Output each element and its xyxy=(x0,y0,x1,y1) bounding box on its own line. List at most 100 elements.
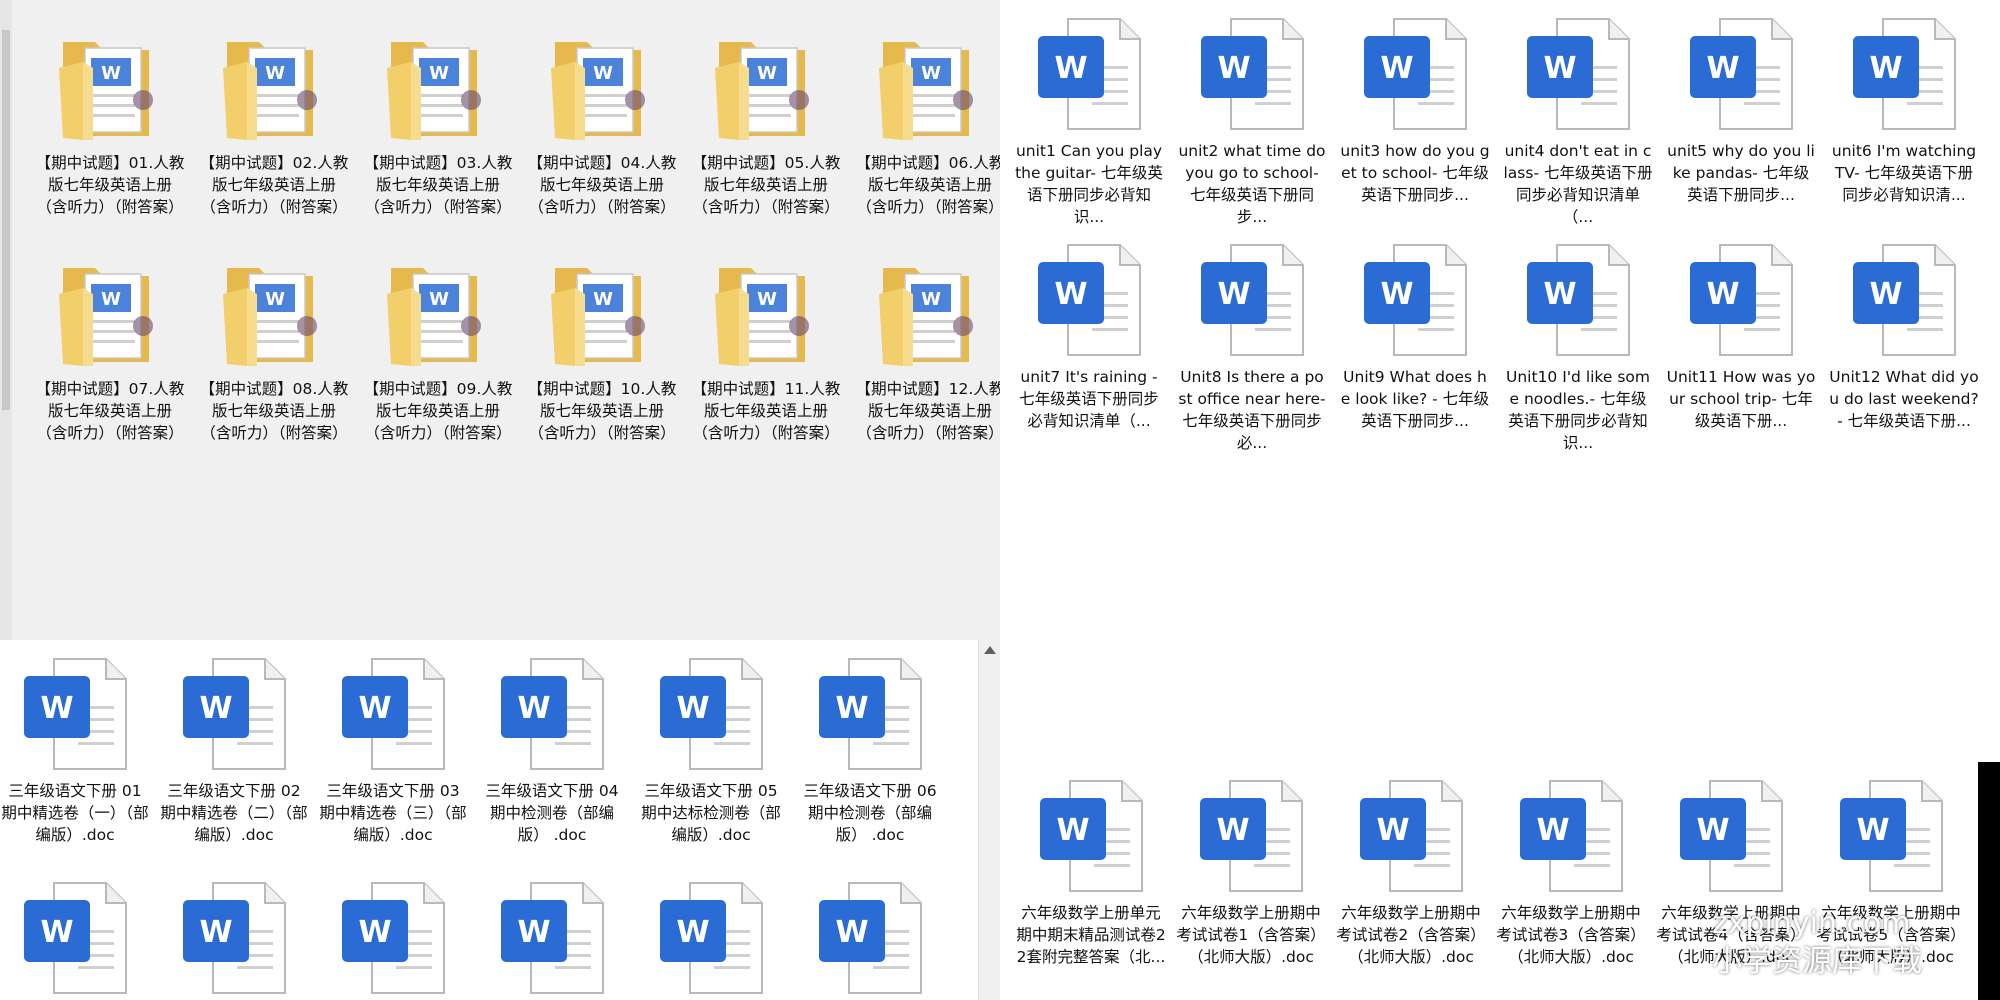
folder-item[interactable]: W 【期中试题】07.人教版七年级英语上册（含听力）（附答案） xyxy=(35,254,185,444)
file-name-label: Unit12 What did you do last weekend? - 七… xyxy=(1829,368,1979,430)
file-item[interactable]: W xyxy=(159,880,309,1000)
svg-text:W: W xyxy=(199,691,232,726)
folder-item[interactable]: W 【期中试题】08.人教版七年级英语上册（含听力）（附答案） xyxy=(199,254,349,444)
svg-text:W: W xyxy=(358,691,391,726)
vertical-scrollbar[interactable] xyxy=(0,0,12,640)
file-item[interactable]: W 六年级数学上册期中考试试卷1（含答案）（北师大版）.doc xyxy=(1176,778,1326,968)
file-name-label: 【期中试题】10.人教版七年级英语上册（含听力）（附答案） xyxy=(527,380,677,442)
file-name-label: 【期中试题】07.人教版七年级英语上册（含听力）（附答案） xyxy=(35,380,185,442)
word-document-icon: W xyxy=(497,880,607,998)
svg-text:W: W xyxy=(199,915,232,950)
folder-icon: W xyxy=(875,28,985,146)
file-item[interactable]: Wunit1 Can you play the guitar- 七年级英语下册同… xyxy=(1014,16,1164,228)
file-item[interactable]: W xyxy=(318,880,468,1000)
svg-text:W: W xyxy=(358,915,391,950)
file-item[interactable]: W Unit9 What does he look like? - 七年级英语下册… xyxy=(1340,242,1490,432)
folder-window-top-left: W 【期中试题】01.人教版七年级英语上册（含听力）（附答案） W 【期中试题】02.… xyxy=(0,0,1000,640)
word-document-icon: W xyxy=(815,656,925,774)
word-document-icon: W xyxy=(20,880,130,998)
word-document-icon: W xyxy=(179,656,289,774)
word-document-icon: W xyxy=(1836,778,1946,896)
svg-text:W: W xyxy=(1696,813,1729,848)
file-item[interactable]: Wunit4 don't eat in class- 七年级英语下册同步必背知识… xyxy=(1503,16,1653,228)
folder-item[interactable]: W 【期中试题】03.人教版七年级英语上册（含听力）（附答案） xyxy=(363,28,513,218)
file-name-label: 六年级数学上册期中考试试卷1（含答案）（北师大版）.doc xyxy=(1176,904,1326,966)
file-name-label: 【期中试题】04.人教版七年级英语上册（含听力）（附答案） xyxy=(527,154,677,216)
file-item[interactable]: W Unit12 What did you do last weekend? - … xyxy=(1829,242,1979,432)
file-item[interactable]: Wunit6 I'm watching TV- 七年级英语下册同步必背知识清..… xyxy=(1829,16,1979,206)
file-item[interactable]: Wunit2 what time do you go to school- 七年… xyxy=(1177,16,1327,228)
svg-text:W: W xyxy=(757,63,777,84)
svg-text:W: W xyxy=(835,691,868,726)
vertical-scrollbar[interactable] xyxy=(978,640,1000,1000)
folder-item[interactable]: W 【期中试题】01.人教版七年级英语上册（含听力）（附答案） xyxy=(35,28,185,218)
word-document-icon: W xyxy=(815,880,925,998)
file-name-label: Unit8 Is there a post office near here- … xyxy=(1178,368,1326,452)
file-name-label: unit1 Can you play the guitar- 七年级英语下册同步… xyxy=(1015,142,1163,226)
word-document-icon: W xyxy=(1360,16,1470,134)
word-document-icon: W xyxy=(338,656,448,774)
file-name-label: unit6 I'm watching TV- 七年级英语下册同步必背知识清... xyxy=(1831,142,1977,204)
file-name-label: unit7 It's raining - 七年级英语下册同步必背知识清单（... xyxy=(1019,368,1159,430)
file-item[interactable]: Wunit7 It's raining - 七年级英语下册同步必背知识清单（..… xyxy=(1014,242,1164,432)
file-name-label: 【期中试题】09.人教版七年级英语上册（含听力）（附答案） xyxy=(363,380,513,442)
folder-icon: W xyxy=(55,28,165,146)
file-item[interactable]: Wunit3 how do you get to school- 七年级英语下册… xyxy=(1340,16,1490,206)
file-item[interactable]: W 三年级语文下册 05 期中达标检测卷（部编版）.doc xyxy=(636,656,786,846)
file-item[interactable]: W 六年级数学上册期中考试试卷3（含答案）（北师大版）.doc xyxy=(1496,778,1646,968)
svg-text:W: W xyxy=(757,289,777,310)
file-item[interactable]: W 六年级数学上册单元期中期末精品测试卷22套附完整答案（北... xyxy=(1016,778,1166,968)
folder-icon: W xyxy=(711,254,821,372)
file-name-label: 三年级语文下册 02 期中精选卷（二）（部编版）.doc xyxy=(160,782,308,844)
file-item[interactable]: Wunit5 why do you like pandas- 七年级英语下册同步… xyxy=(1666,16,1816,206)
folder-icon: W xyxy=(55,254,165,372)
file-item[interactable]: W 三年级语文下册 02 期中精选卷（二）（部编版）.doc xyxy=(159,656,309,846)
file-item[interactable]: W Unit11 How was your school trip- 七年级英语下… xyxy=(1666,242,1816,432)
svg-text:W: W xyxy=(676,915,709,950)
svg-text:W: W xyxy=(1054,277,1087,312)
svg-text:W: W xyxy=(676,691,709,726)
svg-text:W: W xyxy=(429,63,449,84)
word-document-icon: W xyxy=(1356,778,1466,896)
word-document-icon: W xyxy=(497,656,607,774)
word-document-icon: W xyxy=(1516,778,1626,896)
scroll-up-arrow-icon[interactable] xyxy=(984,646,996,654)
folder-item[interactable]: W 【期中试题】12.人教版七年级英语上册（含听力）（附答案） xyxy=(855,254,1000,444)
folder-item[interactable]: W 【期中试题】02.人教版七年级英语上册（含听力）（附答案） xyxy=(199,28,349,218)
folder-item[interactable]: W 【期中试题】06.人教版七年级英语上册（含听力）（附答案） xyxy=(855,28,1000,218)
svg-text:W: W xyxy=(835,915,868,950)
folder-item[interactable]: W 【期中试题】05.人教版七年级英语上册（含听力）（附答案） xyxy=(691,28,841,218)
file-item[interactable]: W Unit8 Is there a post office near here-… xyxy=(1177,242,1327,454)
file-name-label: 三年级语文下册 06 期中检测卷（部编版） .doc xyxy=(803,782,937,844)
file-item[interactable]: W xyxy=(795,880,945,1000)
file-item[interactable]: W Unit10 I'd like some noodles.- 七年级英语下册同… xyxy=(1503,242,1653,454)
file-name-label: 【期中试题】03.人教版七年级英语上册（含听力）（附答案） xyxy=(363,154,513,216)
folder-item[interactable]: W 【期中试题】09.人教版七年级英语上册（含听力）（附答案） xyxy=(363,254,513,444)
scrollbar-thumb[interactable] xyxy=(2,30,10,410)
folder-item[interactable]: W 【期中试题】11.人教版七年级英语上册（含听力）（附答案） xyxy=(691,254,841,444)
svg-text:W: W xyxy=(265,289,285,310)
folder-icon: W xyxy=(219,28,329,146)
file-item[interactable]: W 三年级语文下册 01 期中精选卷（一）（部编版）.doc xyxy=(0,656,150,846)
watermark-line1: zxpinyin.com xyxy=(1712,906,1911,941)
svg-text:W: W xyxy=(1869,51,1902,86)
svg-text:W: W xyxy=(1543,277,1576,312)
svg-text:W: W xyxy=(1054,51,1087,86)
svg-text:W: W xyxy=(101,63,121,84)
file-item[interactable]: W 三年级语文下册 06 期中检测卷（部编版） .doc xyxy=(795,656,945,846)
file-name-label: 三年级语文下册 01 期中精选卷（一）（部编版）.doc xyxy=(1,782,149,844)
file-item[interactable]: W xyxy=(477,880,627,1000)
folder-item[interactable]: W 【期中试题】04.人教版七年级英语上册（含听力）（附答案） xyxy=(527,28,677,218)
folder-item[interactable]: W 【期中试题】10.人教版七年级英语上册（含听力）（附答案） xyxy=(527,254,677,444)
file-item[interactable]: W xyxy=(636,880,786,1000)
file-item[interactable]: W xyxy=(0,880,150,1000)
file-name-label: unit2 what time do you go to school- 七年级… xyxy=(1178,142,1326,226)
folder-icon: W xyxy=(383,28,493,146)
file-item[interactable]: W 三年级语文下册 04 期中检测卷（部编版） .doc xyxy=(477,656,627,846)
file-item[interactable]: W 三年级语文下册 03 期中精选卷（三）（部编版）.doc xyxy=(318,656,468,846)
file-name-label: Unit11 How was your school trip- 七年级英语下册… xyxy=(1666,368,1816,430)
file-item[interactable]: W 六年级数学上册期中考试试卷2（含答案）（北师大版）.doc xyxy=(1336,778,1486,968)
svg-text:W: W xyxy=(1706,51,1739,86)
file-name-label: 六年级数学上册期中考试试卷3（含答案）（北师大版）.doc xyxy=(1496,904,1646,966)
folder-icon: W xyxy=(875,254,985,372)
